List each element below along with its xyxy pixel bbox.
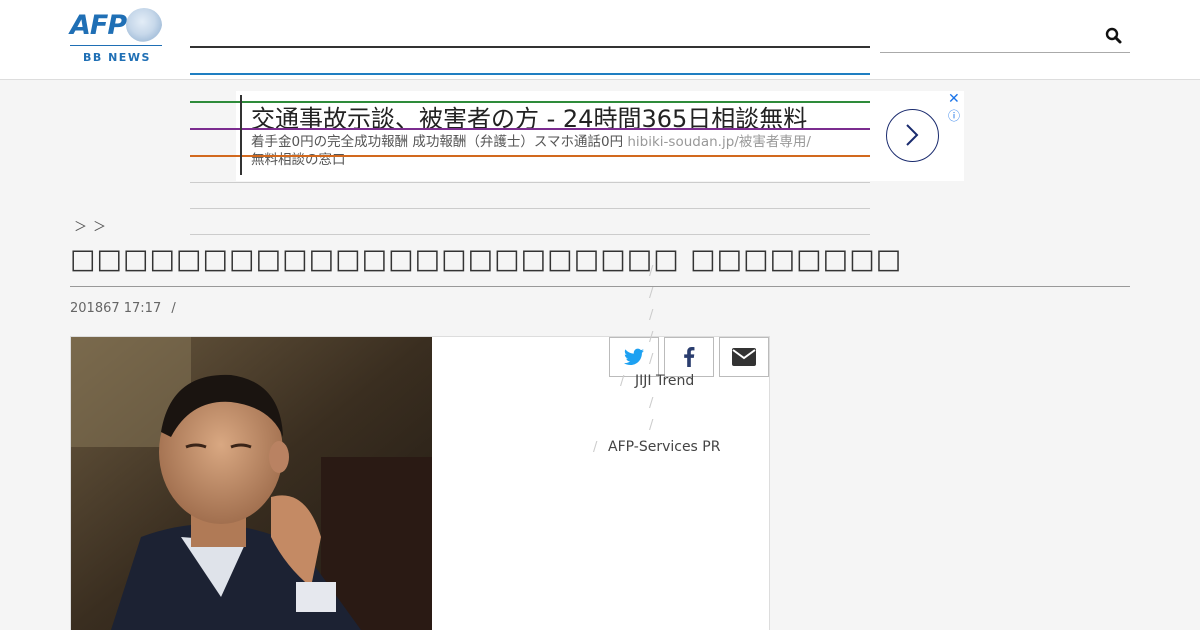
article-date: 201867 17:17 <box>70 301 162 316</box>
globe-icon <box>126 8 162 42</box>
nav-divider <box>240 95 242 175</box>
date-separator: / <box>171 301 176 316</box>
separator-slash: / <box>620 374 625 389</box>
separator-slash: / <box>649 286 654 301</box>
ad-next-button[interactable] <box>886 109 939 162</box>
advertisement[interactable]: 交通事故示談、被害者の方 - 24時間365日相談無料 着手金0円の完全成功報酬… <box>236 91 964 181</box>
facebook-icon <box>684 347 695 367</box>
search-input[interactable] <box>880 52 1130 53</box>
logo-divider <box>70 45 162 46</box>
logo-subtext: BB NEWS <box>83 51 151 64</box>
site-header: AFP BB NEWS <box>0 0 1200 80</box>
nav-line-gray <box>190 182 870 183</box>
ad-url[interactable]: hibiki-soudan.jp/被害者専用/ <box>627 134 811 150</box>
search-icon[interactable] <box>1105 27 1123 45</box>
nav-line-purple <box>190 128 870 130</box>
separator-slash: / <box>649 418 654 433</box>
afp-bb-news-logo[interactable]: AFP BB NEWS <box>70 8 162 64</box>
ad-description: 着手金0円の完全成功報酬 成功報酬（弁護士）スマホ通話0円 hibiki-sou… <box>251 133 876 169</box>
nav-line-gray <box>190 208 870 209</box>
twitter-icon <box>624 348 644 365</box>
separator-slash: / <box>649 264 654 279</box>
nav-line-green <box>190 101 870 103</box>
breadcrumb[interactable]: ＞＞ <box>74 216 112 235</box>
ad-close-icon[interactable]: ✕ <box>948 91 960 107</box>
nav-bar-primary <box>190 46 870 48</box>
title-divider <box>70 286 1130 287</box>
share-email-button[interactable] <box>719 337 769 377</box>
share-facebook-button[interactable] <box>664 337 714 377</box>
ad-description-text: 着手金0円の完全成功報酬 成功報酬（弁護士）スマホ通話0円 <box>251 134 628 150</box>
nav-line-orange <box>190 155 870 157</box>
separator-slash: / <box>649 330 654 345</box>
nav-bar-secondary <box>190 73 870 75</box>
separator-slash: / <box>649 396 654 411</box>
article-photo[interactable] <box>71 337 432 630</box>
separator-slash: / <box>593 440 598 455</box>
sidebar-link-afp-services-pr[interactable]: AFP-Services PR <box>608 439 720 455</box>
logo-text: AFP <box>70 10 127 41</box>
article-dateline: 201867 17:17 / <box>70 301 176 316</box>
ad-info-icon[interactable]: ⓘ <box>948 107 960 124</box>
sidebar-link-jiji-trend[interactable]: JIJI Trend <box>635 373 694 389</box>
nav-line-gray <box>190 234 870 235</box>
article-title: □□□□□□□□□□□□□□□□□□□□□□□ □□□□□□□□ <box>70 244 903 275</box>
envelope-icon <box>732 348 756 366</box>
separator-slash: / <box>649 308 654 323</box>
separator-slash: / <box>649 352 654 367</box>
